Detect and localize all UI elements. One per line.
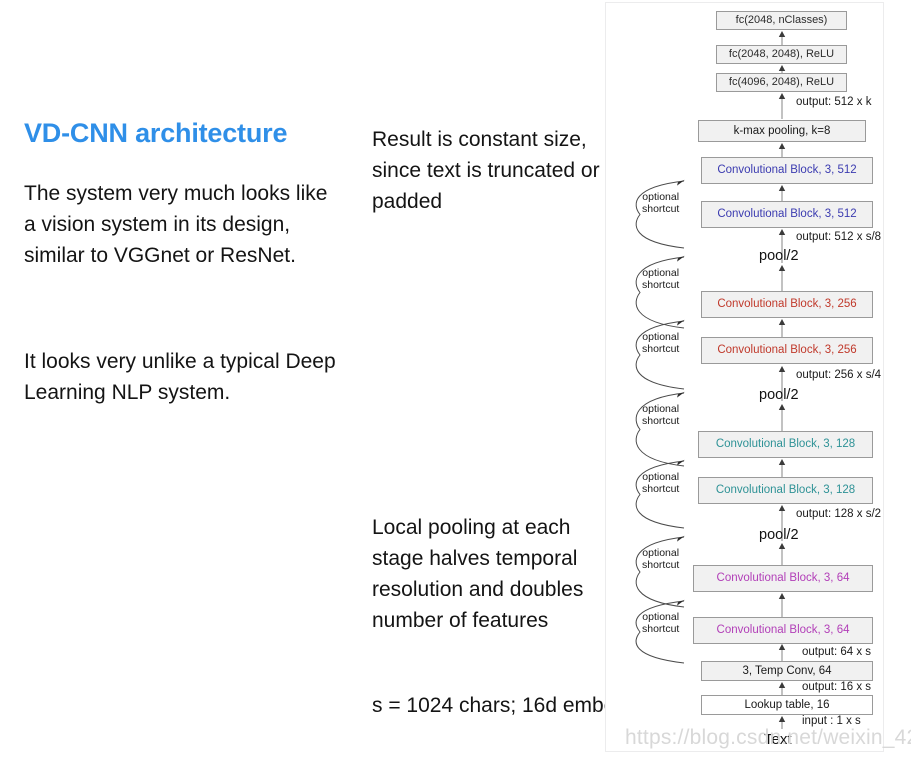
edge-label-pool-2: pool/2 xyxy=(759,387,799,403)
node-conv-512-a: Convolutional Block, 3, 512 xyxy=(701,201,873,228)
node-conv-128-b-label: Convolutional Block, 3, 128 xyxy=(715,438,856,451)
shortcut-5-line1: optional xyxy=(642,471,680,483)
shortcut-4-label: optional shortcut xyxy=(642,403,679,427)
shortcut-2-line1: optional xyxy=(642,267,680,279)
middle-paragraph-2: Local pooling at each stage halves tempo… xyxy=(372,516,584,632)
shortcut-6-line1: optional xyxy=(642,547,680,559)
flow-arrow xyxy=(778,65,786,73)
node-fc-4096: fc(4096, 2048), ReLU xyxy=(716,73,847,92)
shortcut-3-line1: optional xyxy=(642,331,680,343)
shortcut-2-label: optional shortcut xyxy=(642,267,679,291)
flow-arrow xyxy=(778,682,786,695)
flow-arrow xyxy=(778,143,786,157)
shortcut-7-line1: optional xyxy=(642,611,680,623)
node-conv-64-b: Convolutional Block, 3, 64 xyxy=(693,565,873,592)
shortcut-6-label: optional shortcut xyxy=(642,547,679,571)
flow-arrow xyxy=(778,543,786,565)
flow-arrow xyxy=(778,31,786,45)
node-conv-512-a-label: Convolutional Block, 3, 512 xyxy=(717,208,857,221)
edge-label-out-512-k: output: 512 x k xyxy=(796,96,872,108)
node-fc-2048-label: fc(2048, 2048), ReLU xyxy=(728,47,835,60)
edge-label-pool-3: pool/2 xyxy=(759,248,799,264)
left-paragraph-2: It looks very unlike a typical Deep Lear… xyxy=(24,350,336,404)
flow-arrow xyxy=(778,644,786,661)
node-lookup-table-label: Lookup table, 16 xyxy=(744,698,830,711)
flow-arrow xyxy=(778,185,786,201)
shortcut-1-label: optional shortcut xyxy=(642,191,679,215)
flow-arrow xyxy=(778,716,786,729)
flow-arrow xyxy=(778,265,786,291)
page-title: VD-CNN architecture xyxy=(24,118,288,148)
node-conv-256-b: Convolutional Block, 3, 256 xyxy=(701,291,873,318)
flow-arrow xyxy=(778,459,786,477)
flow-arrow xyxy=(778,404,786,431)
node-conv-128-a-label: Convolutional Block, 3, 128 xyxy=(715,484,856,497)
node-temp-conv-label: 3, Temp Conv, 64 xyxy=(742,664,832,677)
node-lookup-table: Lookup table, 16 xyxy=(701,695,873,715)
edge-label-input-1-s: input : 1 x s xyxy=(802,715,861,727)
node-conv-64-a: Convolutional Block, 3, 64 xyxy=(693,617,873,644)
node-kmax-pooling-label: k-max pooling, k=8 xyxy=(733,124,831,137)
edge-label-out-256-s4: output: 256 x s/4 xyxy=(796,369,882,381)
node-conv-64-a-label: Convolutional Block, 3, 64 xyxy=(716,624,850,637)
shortcut-6-line2: shortcut xyxy=(642,559,680,571)
left-paragraph-1: The system very much looks like a vision… xyxy=(24,182,328,267)
shortcut-1-line1: optional xyxy=(642,191,680,203)
node-fc-4096-label: fc(4096, 2048), ReLU xyxy=(728,75,835,88)
edge-label-out-64-s: output: 64 x s xyxy=(802,646,872,658)
node-conv-256-b-label: Convolutional Block, 3, 256 xyxy=(717,298,857,311)
vdcnn-architecture-diagram: optional shortcut optional shortcut optional… xyxy=(605,2,884,752)
flow-arrow xyxy=(778,593,786,617)
edge-label-out-512-s8: output: 512 x s/8 xyxy=(796,231,882,243)
middle-paragraph-1: Result is constant size, since text is t… xyxy=(372,128,600,213)
shortcut-4-line2: shortcut xyxy=(642,415,680,427)
edge-label-out-128-s2: output: 128 x s/2 xyxy=(796,508,882,520)
node-conv-128-a: Convolutional Block, 3, 128 xyxy=(698,477,873,504)
shortcut-5-label: optional shortcut xyxy=(642,471,679,495)
node-conv-512-b-label: Convolutional Block, 3, 512 xyxy=(717,164,857,177)
edge-label-out-16-s: output: 16 x s xyxy=(802,681,872,693)
shortcut-3-label: optional shortcut xyxy=(642,331,679,355)
node-kmax-pooling: k-max pooling, k=8 xyxy=(698,120,866,142)
edge-label-pool-1: pool/2 xyxy=(759,527,799,543)
shortcut-1-line2: shortcut xyxy=(642,203,680,215)
shortcut-7-label: optional shortcut xyxy=(642,611,679,635)
node-fc-2048: fc(2048, 2048), ReLU xyxy=(716,45,847,64)
node-conv-128-b: Convolutional Block, 3, 128 xyxy=(698,431,873,458)
node-fc-nclasses: fc(2048, nClasses) xyxy=(716,11,847,30)
flow-arrow xyxy=(778,93,786,119)
node-conv-256-a-label: Convolutional Block, 3, 256 xyxy=(717,344,857,357)
diagram-input-text-label: Text xyxy=(764,731,792,748)
node-fc-nclasses-label: fc(2048, nClasses) xyxy=(735,13,828,26)
flow-arrow xyxy=(778,319,786,337)
node-temp-conv: 3, Temp Conv, 64 xyxy=(701,661,873,681)
node-conv-256-a: Convolutional Block, 3, 256 xyxy=(701,337,873,364)
shortcut-3-line2: shortcut xyxy=(642,343,680,355)
shortcut-5-line2: shortcut xyxy=(642,483,680,495)
shortcut-7-line2: shortcut xyxy=(642,623,680,635)
node-conv-512-b: Convolutional Block, 3, 512 xyxy=(701,157,873,184)
shortcut-4-line1: optional xyxy=(642,403,680,415)
shortcut-2-line2: shortcut xyxy=(642,279,680,291)
node-conv-64-b-label: Convolutional Block, 3, 64 xyxy=(716,572,850,585)
